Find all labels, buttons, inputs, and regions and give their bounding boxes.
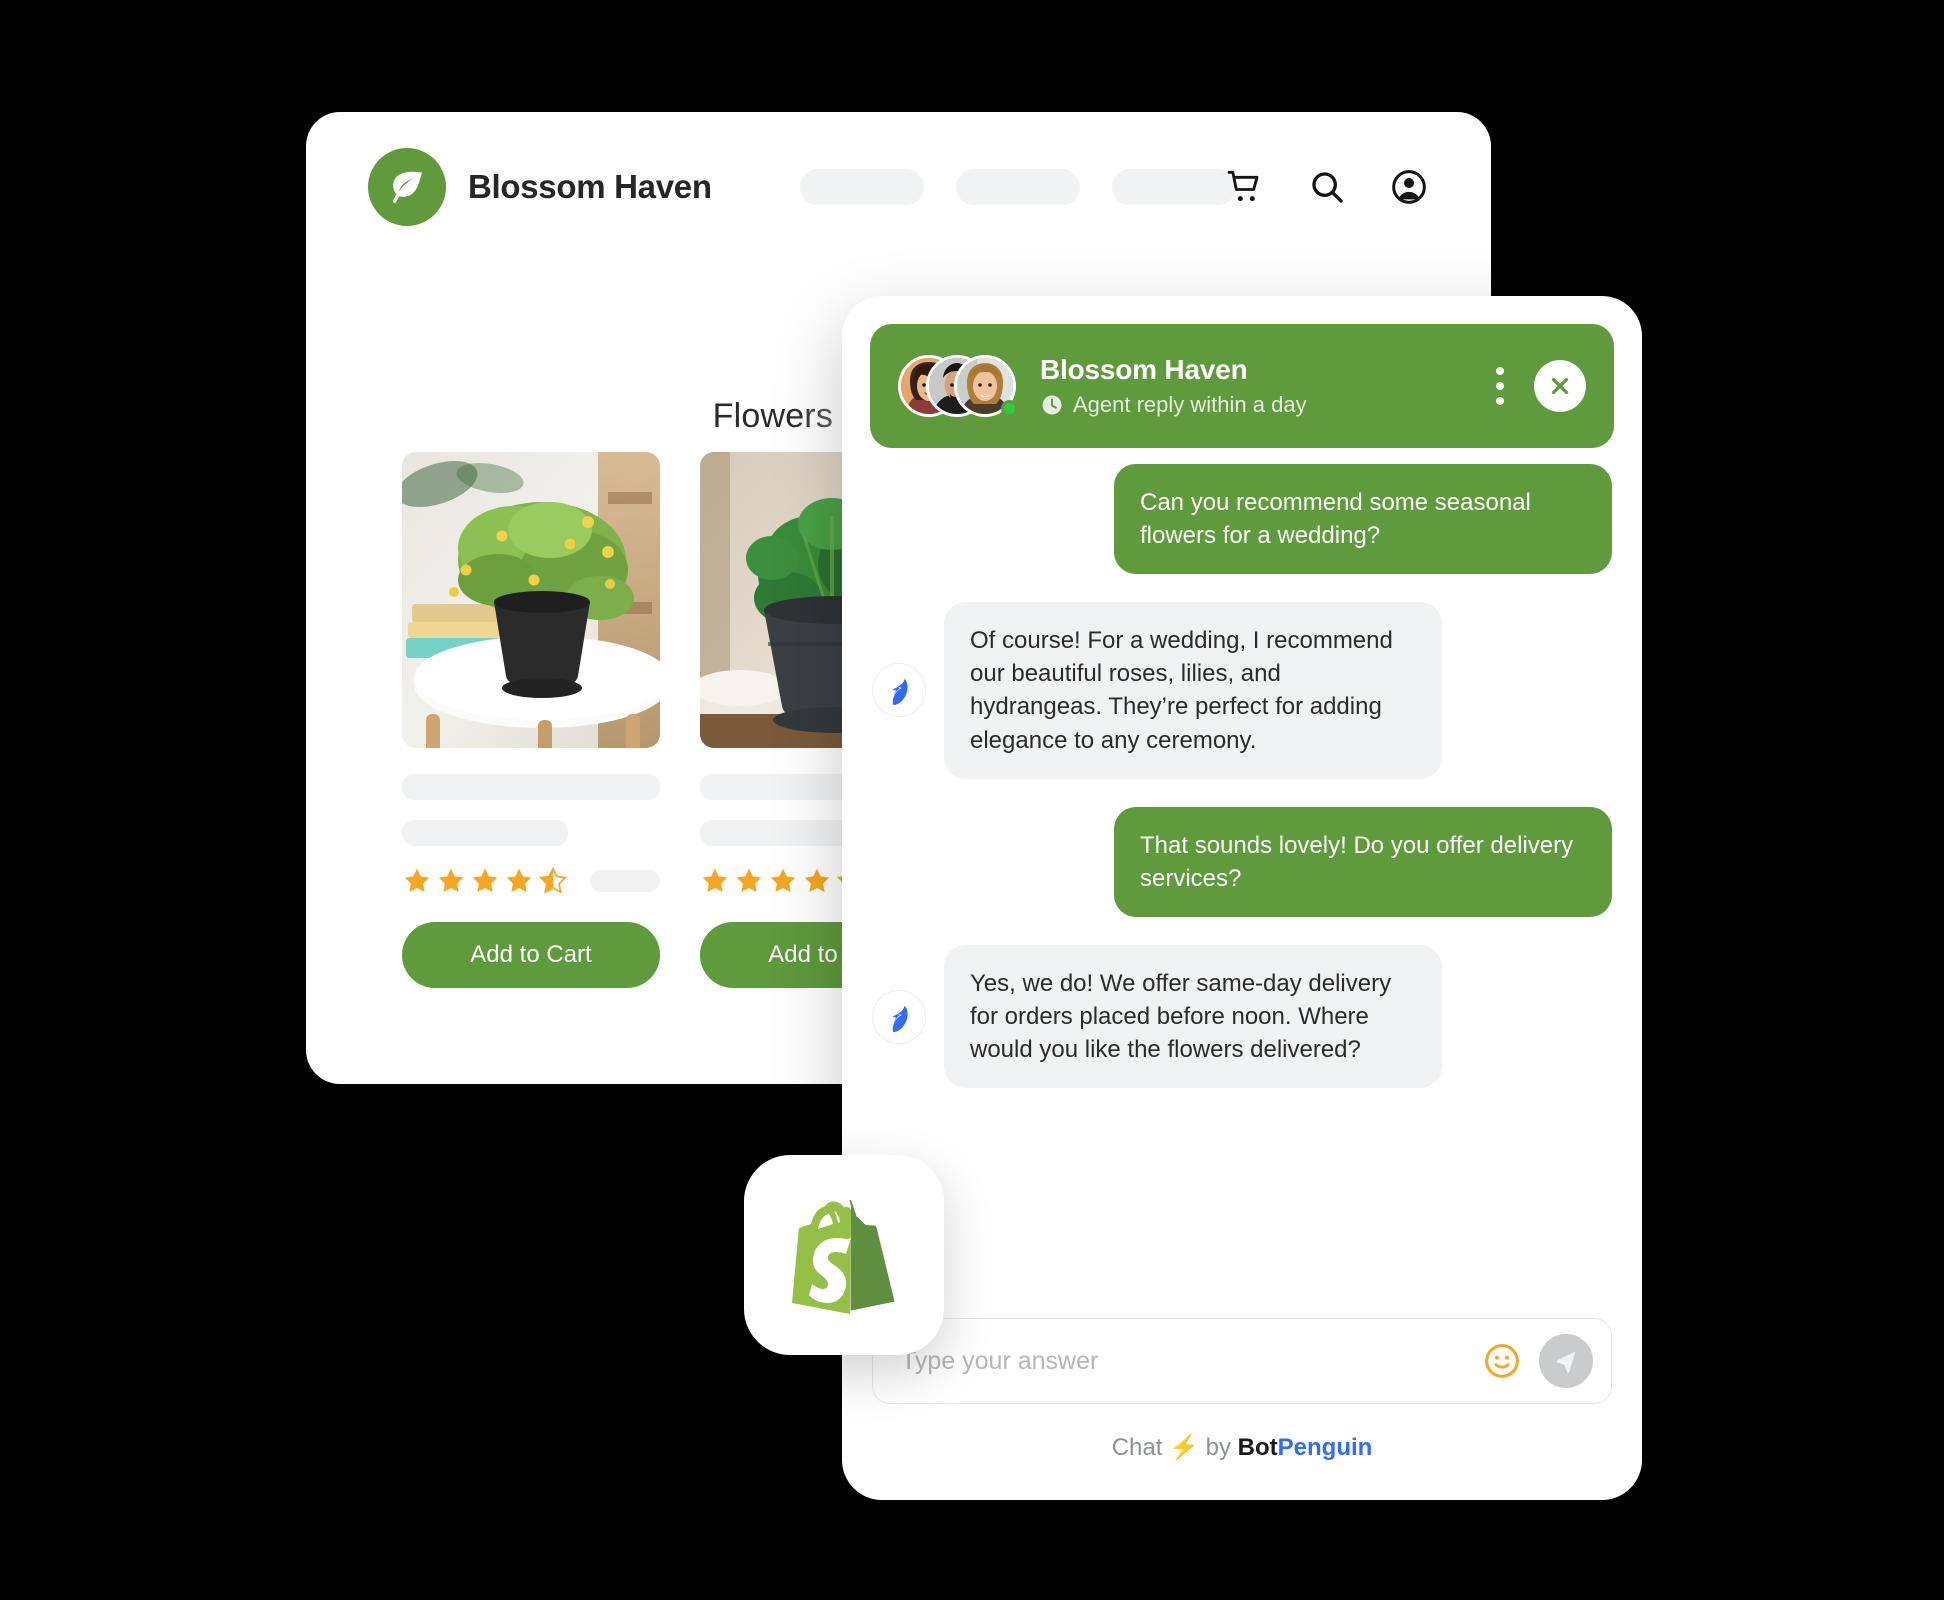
bolt-icon: ⚡ bbox=[1169, 1434, 1199, 1461]
chat-message-bot: Of course! For a wedding, I recommend ou… bbox=[872, 602, 1612, 779]
star-half-icon bbox=[538, 866, 568, 894]
nav-placeholder-1[interactable] bbox=[799, 169, 924, 205]
botpenguin-avatar-icon bbox=[872, 989, 926, 1044]
brand: Blossom Haven bbox=[368, 148, 712, 226]
search-icon[interactable] bbox=[1305, 165, 1349, 209]
chat-status: Agent reply within a day bbox=[1040, 392, 1496, 418]
star-full-icon bbox=[804, 868, 830, 892]
online-status-dot bbox=[1001, 400, 1018, 417]
product-card[interactable]: Add to Cart bbox=[402, 452, 660, 988]
star-full-icon bbox=[472, 868, 498, 892]
chat-header-text: Blossom Haven Agent reply within a day bbox=[1040, 354, 1496, 418]
chat-message-list: Can you recommend some seasonal flowers … bbox=[842, 464, 1642, 1320]
chat-input[interactable] bbox=[901, 1346, 1477, 1376]
clock-icon bbox=[1042, 395, 1062, 415]
chat-footer-prefix: Chat bbox=[1111, 1434, 1163, 1461]
review-count-placeholder bbox=[590, 870, 660, 892]
chat-message-user: Can you recommend some seasonal flowers … bbox=[872, 464, 1612, 575]
chat-title: Blossom Haven bbox=[1040, 354, 1248, 385]
account-icon[interactable] bbox=[1387, 165, 1431, 209]
star-full-icon bbox=[506, 868, 532, 892]
chat-bubble: Can you recommend some seasonal flowers … bbox=[1114, 464, 1612, 575]
product-subtitle-placeholder bbox=[402, 820, 568, 846]
send-icon[interactable] bbox=[1539, 1334, 1593, 1388]
header-icons bbox=[1223, 165, 1431, 209]
botpenguin-avatar-icon bbox=[872, 663, 926, 718]
chat-bubble: Yes, we do! We offer same-day delivery f… bbox=[944, 944, 1442, 1089]
chat-bubble: That sounds lovely! Do you offer deliver… bbox=[1114, 806, 1612, 917]
chat-message-user: That sounds lovely! Do you offer deliver… bbox=[872, 806, 1612, 917]
chat-status-label: Agent reply within a day bbox=[1073, 392, 1307, 417]
shopify-logo bbox=[744, 1155, 944, 1355]
cart-icon[interactable] bbox=[1223, 165, 1267, 209]
kebab-menu-icon[interactable] bbox=[1496, 367, 1504, 405]
chat-input-container bbox=[872, 1318, 1612, 1404]
chat-footer-by: by bbox=[1205, 1434, 1231, 1461]
chat-message-bot: Yes, we do! We offer same-day delivery f… bbox=[872, 944, 1612, 1089]
chat-widget: Blossom Haven Agent reply within a day C… bbox=[842, 296, 1642, 1500]
star-rating bbox=[402, 866, 568, 896]
leaf-icon bbox=[368, 148, 446, 226]
nav-placeholder-2[interactable] bbox=[955, 169, 1080, 205]
product-image bbox=[402, 452, 660, 748]
screenshot-root: Blossom Haven Flowers Add to Cart Add to… bbox=[0, 0, 1944, 1600]
star-full-icon bbox=[770, 868, 796, 892]
botpenguin-brand-first: Bot bbox=[1237, 1434, 1278, 1461]
brand-name: Blossom Haven bbox=[468, 168, 712, 205]
botpenguin-brand-second: Penguin bbox=[1277, 1434, 1373, 1461]
chat-footer: Chat ⚡ by BotPenguin bbox=[842, 1433, 1642, 1462]
nav-placeholders bbox=[799, 169, 1236, 205]
add-to-cart-button[interactable]: Add to Cart bbox=[402, 922, 660, 988]
nav-placeholder-3[interactable] bbox=[1111, 169, 1236, 205]
chat-header: Blossom Haven Agent reply within a day bbox=[870, 324, 1614, 448]
star-full-icon bbox=[736, 868, 762, 892]
star-full-icon bbox=[404, 868, 430, 892]
product-rating bbox=[402, 866, 660, 896]
smiley-icon[interactable] bbox=[1477, 1336, 1527, 1386]
close-icon[interactable] bbox=[1534, 360, 1586, 412]
store-header: Blossom Haven bbox=[306, 112, 1491, 262]
star-full-icon bbox=[438, 868, 464, 892]
chat-composer bbox=[872, 1318, 1612, 1404]
agent-avatars bbox=[898, 355, 1018, 417]
chat-bubble: Of course! For a wedding, I recommend ou… bbox=[944, 602, 1442, 779]
star-full-icon bbox=[702, 868, 728, 892]
product-title-placeholder bbox=[402, 774, 660, 800]
